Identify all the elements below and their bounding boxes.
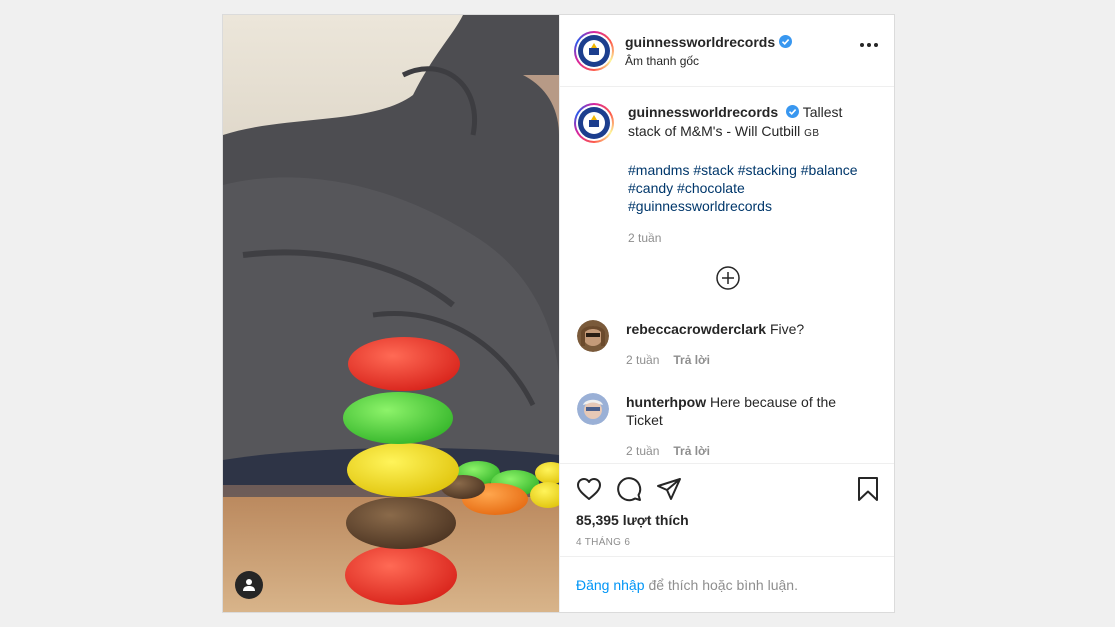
caption-timestamp[interactable]: 2 tuần bbox=[628, 229, 868, 247]
login-link[interactable]: Đăng nhập bbox=[576, 577, 645, 593]
guinness-logo bbox=[578, 34, 610, 67]
more-horizontal-icon bbox=[860, 43, 864, 47]
post-actions: 85,395 lượt thích 4 THÁNG 6 bbox=[560, 463, 894, 556]
comment-timestamp[interactable]: 2 tuần bbox=[626, 442, 659, 460]
video-frame bbox=[223, 15, 559, 612]
audio-label[interactable]: Âm thanh gốc bbox=[625, 54, 792, 68]
post-side-panel: guinnessworldrecords Âm thanh gốc guinne… bbox=[559, 15, 894, 612]
hashtag-link[interactable]: #candy bbox=[628, 180, 673, 196]
commenter-avatar[interactable] bbox=[577, 320, 609, 352]
comment-item: rebeccacrowderclark Five? 2 tuần Trả lời bbox=[574, 320, 878, 369]
commenter-username[interactable]: rebeccacrowderclark bbox=[626, 321, 766, 337]
more-options-button[interactable] bbox=[860, 43, 878, 47]
plus-circle-icon bbox=[716, 266, 740, 290]
caption-username[interactable]: guinnessworldrecords bbox=[628, 104, 778, 120]
verified-badge-icon bbox=[779, 35, 793, 48]
hashtag-list: #mandms #stack #stacking #balance #candy… bbox=[628, 161, 868, 215]
login-prompt: Đăng nhập để thích hoặc bình luận. bbox=[560, 556, 894, 612]
commenter-avatar[interactable] bbox=[577, 393, 609, 425]
comments-list[interactable]: guinnessworldrecords Tallest stack of M&… bbox=[560, 87, 894, 463]
post-dialog: guinnessworldrecords Âm thanh gốc guinne… bbox=[222, 14, 895, 613]
comment-button[interactable] bbox=[616, 476, 642, 502]
post-media-video[interactable] bbox=[223, 15, 559, 612]
paper-plane-icon bbox=[657, 478, 681, 500]
comment-icon bbox=[617, 477, 642, 502]
reply-button[interactable]: Trả lời bbox=[673, 442, 710, 460]
save-button[interactable] bbox=[856, 476, 880, 507]
post-header: guinnessworldrecords Âm thanh gốc bbox=[560, 15, 894, 87]
caption: guinnessworldrecords Tallest stack of M&… bbox=[574, 103, 878, 247]
hashtag-link[interactable]: #balance bbox=[801, 162, 858, 178]
verified-badge-icon bbox=[786, 104, 800, 122]
hashtag-link[interactable]: #mandms bbox=[628, 162, 689, 178]
bookmark-icon bbox=[858, 477, 878, 501]
hashtag-link[interactable]: #stacking bbox=[738, 162, 797, 178]
heart-icon bbox=[577, 478, 601, 500]
user-tag-button[interactable] bbox=[235, 571, 263, 599]
likes-count[interactable]: 85,395 lượt thích bbox=[576, 512, 878, 528]
hashtag-link[interactable]: #guinnessworldrecords bbox=[628, 198, 772, 214]
share-button[interactable] bbox=[656, 477, 682, 501]
login-prompt-text: để thích hoặc bình luận. bbox=[648, 576, 798, 593]
flag-label: GB bbox=[804, 128, 820, 139]
commenter-username[interactable]: hunterhpow bbox=[626, 394, 706, 410]
reply-button[interactable]: Trả lời bbox=[673, 351, 710, 369]
like-button[interactable] bbox=[576, 477, 602, 501]
hashtag-link[interactable]: #stack bbox=[693, 162, 733, 178]
caption-author-avatar[interactable] bbox=[574, 103, 614, 143]
load-more-comments-button[interactable] bbox=[574, 266, 878, 290]
author-username[interactable]: guinnessworldrecords bbox=[625, 34, 775, 50]
hashtag-link[interactable]: #chocolate bbox=[677, 180, 745, 196]
guinness-logo bbox=[578, 107, 610, 139]
author-avatar[interactable] bbox=[574, 30, 614, 71]
post-date[interactable]: 4 THÁNG 6 bbox=[576, 537, 878, 548]
comment-text: Five? bbox=[769, 321, 805, 337]
user-icon bbox=[243, 579, 255, 591]
comment-item: hunterhpow Here because of the Ticket 2 … bbox=[574, 393, 878, 460]
comment-timestamp[interactable]: 2 tuần bbox=[626, 351, 659, 369]
